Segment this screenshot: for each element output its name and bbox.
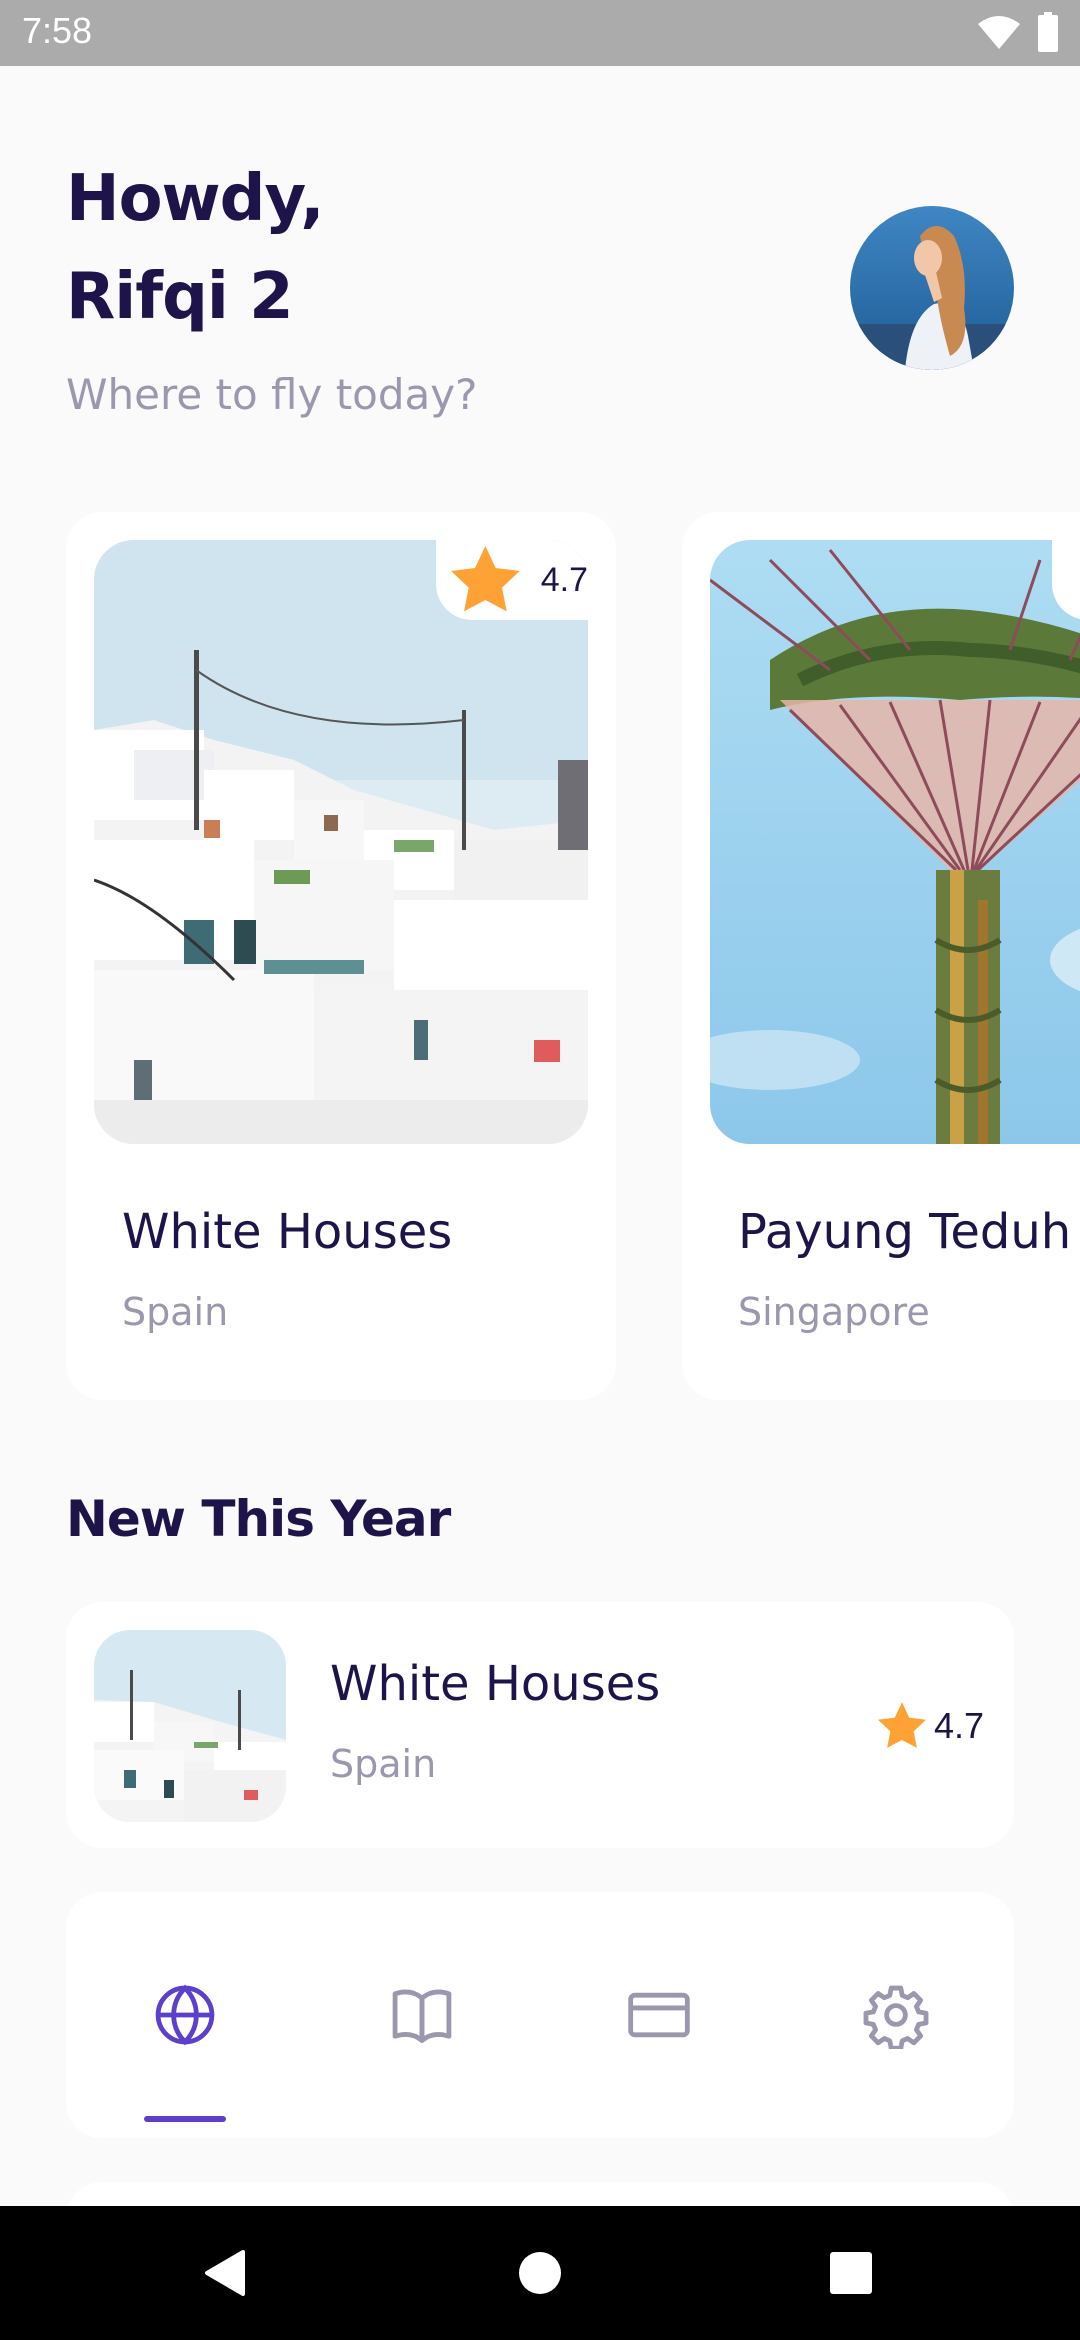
settings-icon [863, 1985, 928, 2049]
destination-carousel[interactable]: 4.7 White Houses Spain Payung Teduh Sing… [0, 512, 1080, 1400]
back-icon [205, 2250, 245, 2296]
destination-name: White Houses [122, 1204, 453, 1260]
battery-icon [1038, 12, 1058, 52]
greeting: Howdy, Rifqi 2 [66, 150, 325, 346]
list-item[interactable]: White Houses Spain 4.7 [66, 1602, 1014, 1848]
status-bar: 7:58 [0, 0, 1080, 66]
star-icon [451, 546, 520, 612]
star-icon [1052, 540, 1080, 620]
destination-photo: 4.7 [94, 540, 588, 1144]
section-title: New This Year [66, 1490, 451, 1548]
destination-card[interactable]: 4.7 White Houses Spain [66, 512, 616, 1400]
destination-thumbnail [94, 1630, 286, 1822]
destination-photo [710, 540, 1080, 1144]
home-icon [519, 2252, 561, 2294]
destination-country: Spain [330, 1742, 437, 1786]
recents-button[interactable] [826, 2206, 876, 2340]
destination-country: Spain [122, 1290, 229, 1334]
back-button[interactable] [190, 2206, 260, 2340]
avatar[interactable] [850, 206, 1014, 370]
user-name: Rifqi 2 [66, 260, 294, 334]
rating-value: 4.7 [540, 560, 588, 599]
system-navigation-bar [0, 2206, 1080, 2340]
rating-badge: 4.7 [436, 540, 588, 620]
nav-item-explore[interactable] [66, 1892, 303, 2138]
recents-icon [830, 2252, 872, 2294]
rating: 4.7 [874, 1698, 984, 1754]
nav-item-bookings[interactable] [303, 1892, 540, 2138]
wifi-icon [978, 16, 1020, 49]
home-button[interactable] [510, 2206, 570, 2340]
book-icon [392, 1989, 451, 2043]
star-icon [877, 1702, 926, 1748]
destination-country: Singapore [738, 1290, 930, 1334]
greeting-line-1: Howdy, [66, 162, 325, 236]
card-icon [627, 1992, 690, 2038]
destination-name: White Houses [330, 1656, 661, 1712]
destination-card[interactable]: Payung Teduh Singapore [682, 512, 1080, 1400]
globe-icon [155, 1984, 214, 2046]
nav-item-wallet[interactable] [540, 1892, 777, 2138]
destination-name: Payung Teduh [738, 1204, 1072, 1260]
rating-value: 4.7 [933, 1705, 984, 1746]
page-subtitle: Where to fly today? [66, 370, 478, 419]
status-time: 7:58 [22, 10, 93, 51]
rating-badge [1052, 540, 1080, 620]
active-tab-indicator [144, 2116, 226, 2122]
nav-item-settings[interactable] [777, 1892, 1014, 2138]
bottom-navigation [66, 1892, 1014, 2138]
